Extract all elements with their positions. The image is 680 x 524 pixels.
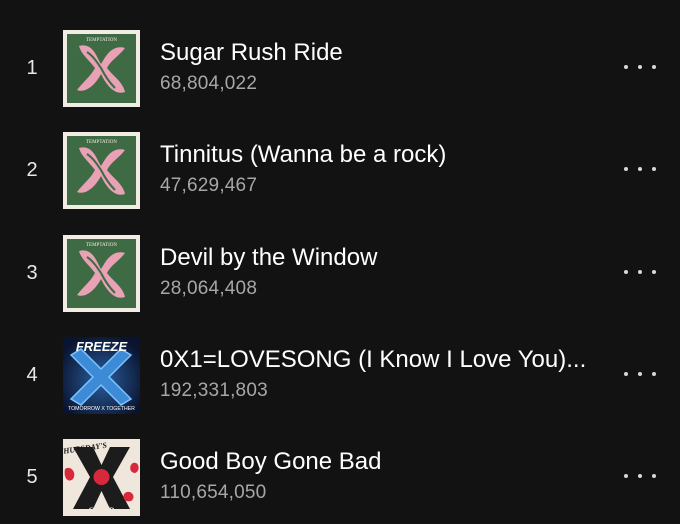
track-title: 0X1=LOVESONG (I Know I Love You)... [160, 346, 587, 373]
track-row[interactable]: 1 TEMPTATION Sugar Rush Ride 68,804,022 [0, 24, 680, 114]
thursdays-child-album-cover: THURSDAY'S CHILD [63, 439, 140, 516]
track-title: Sugar Rush Ride [160, 39, 343, 66]
more-options-icon[interactable] [624, 467, 656, 485]
album-cover-text: FREEZE [76, 339, 128, 354]
track-rank: 5 [26, 466, 38, 488]
track-rank: 2 [26, 159, 38, 181]
track-title: Good Boy Gone Bad [160, 448, 382, 475]
album-cover-subtext: CHILD [88, 506, 114, 515]
track-row[interactable]: 3 TEMPTATION Devil by the Window 28,064,… [0, 229, 680, 319]
more-options-icon[interactable] [624, 58, 656, 76]
track-rank: 4 [26, 364, 38, 386]
track-rank: 3 [26, 262, 38, 284]
track-rank: 1 [26, 57, 38, 79]
more-options-icon[interactable] [624, 263, 656, 281]
track-play-count: 110,654,050 [160, 482, 267, 503]
album-cover-text: TEMPTATION [86, 243, 117, 248]
track-row[interactable]: 4 FREEZE TOMORROW X TOGETHER 0X1=LOVESON… [0, 331, 680, 421]
freeze-album-cover: FREEZE TOMORROW X TOGETHER [63, 337, 140, 414]
more-options-icon[interactable] [624, 365, 656, 383]
track-row[interactable]: 2 TEMPTATION Tinnitus (Wanna be a rock) … [0, 126, 680, 216]
track-play-count: 28,064,408 [160, 278, 258, 299]
track-row[interactable]: 5 THURSDAY'S CHILD Good Boy Gone Bad 110… [0, 433, 680, 523]
temptation-album-cover: TEMPTATION [63, 235, 140, 312]
album-cover-text: TEMPTATION [86, 140, 117, 145]
track-play-count: 68,804,022 [160, 73, 258, 94]
album-cover-subtext: TOMORROW X TOGETHER [68, 406, 135, 412]
more-options-icon[interactable] [624, 160, 656, 178]
track-play-count: 192,331,803 [160, 380, 268, 401]
track-title: Tinnitus (Wanna be a rock) [160, 141, 447, 168]
temptation-album-cover: TEMPTATION [63, 132, 140, 209]
track-title: Devil by the Window [160, 244, 378, 271]
album-cover-text: TEMPTATION [86, 38, 117, 43]
temptation-album-cover: TEMPTATION [63, 30, 140, 107]
track-list: 1 TEMPTATION Sugar Rush Ride 68,804,022 … [0, 0, 680, 524]
track-play-count: 47,629,467 [160, 175, 258, 196]
